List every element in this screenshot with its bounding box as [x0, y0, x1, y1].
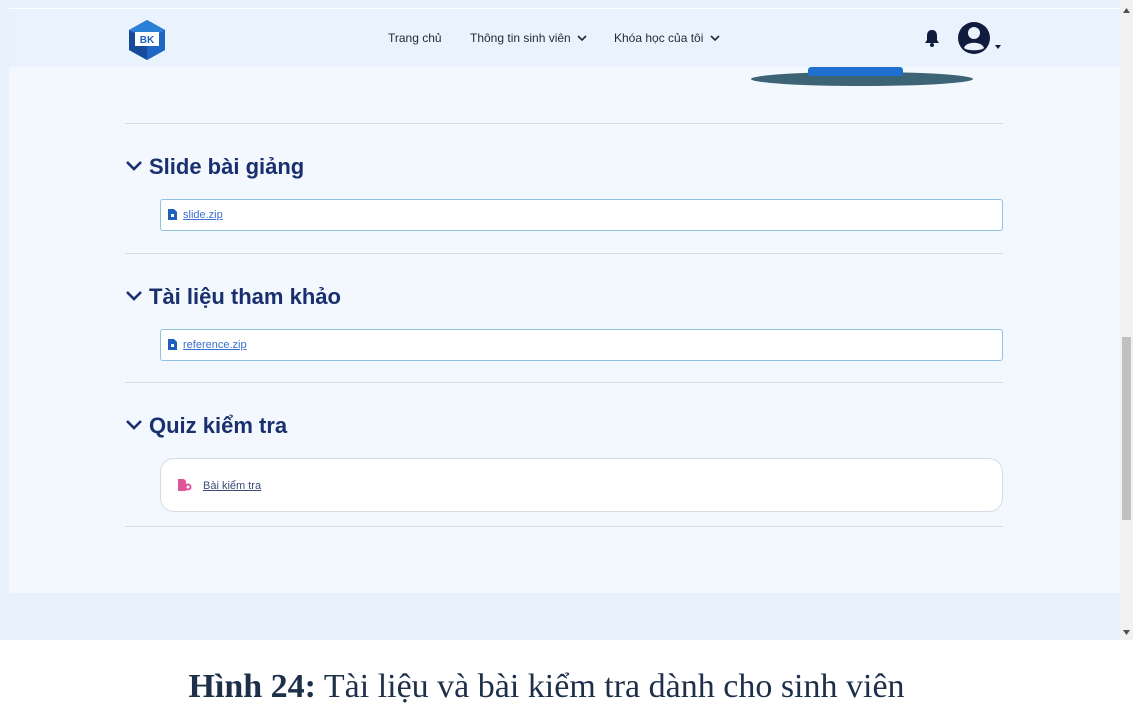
file-icon	[168, 339, 177, 350]
logo-text: BK	[140, 35, 155, 46]
course-content: Slide bài giảng slide.zip Tài liệu tham …	[9, 67, 1120, 593]
file-link-reference-zip[interactable]: reference.zip	[183, 339, 247, 351]
nav-thong-tin-sinh-vien[interactable]: Thông tin sinh viên	[470, 31, 587, 45]
chevron-down-icon	[577, 35, 587, 42]
nav-label: Thông tin sinh viên	[470, 31, 571, 45]
caption-label: Hình 24:	[188, 668, 316, 705]
nav-trang-chu[interactable]: Trang chủ	[388, 31, 442, 45]
scroll-up-arrow-icon[interactable]	[1123, 8, 1130, 13]
file-item: slide.zip	[160, 199, 1003, 231]
section-title: Slide bài giảng	[149, 154, 305, 179]
chevron-down-icon	[126, 291, 142, 301]
figure-caption: Hình 24: Tài liệu và bài kiểm tra dành c…	[0, 668, 1093, 706]
browser-viewport: BK Trang chủ Thông tin sinh viên Khóa họ…	[0, 0, 1133, 640]
section-title: Quiz kiểm tra	[149, 413, 288, 438]
quiz-icon	[178, 479, 192, 491]
bk-logo[interactable]: BK	[125, 18, 169, 62]
section-divider	[125, 382, 1003, 383]
file-icon	[168, 209, 177, 220]
section-divider	[125, 123, 1003, 124]
section-divider	[125, 526, 1003, 527]
section-divider	[125, 253, 1003, 254]
section-toggle-quiz-kiem-tra[interactable]: Quiz kiểm tra	[125, 413, 287, 439]
quiz-item: Bài kiểm tra	[160, 458, 1003, 512]
chevron-down-icon	[126, 420, 142, 430]
nav-khoa-hoc-cua-toi[interactable]: Khóa học của tôi	[614, 31, 720, 45]
decorative-illustration	[751, 67, 973, 86]
nav-label: Khóa học của tôi	[614, 31, 704, 45]
chevron-down-icon	[710, 35, 720, 42]
chevron-down-icon	[126, 161, 142, 171]
scrollbar-thumb[interactable]	[1122, 337, 1131, 520]
bell-icon[interactable]	[923, 28, 941, 48]
file-link-slide-zip[interactable]: slide.zip	[183, 209, 223, 221]
section-toggle-tai-lieu-tham-khao[interactable]: Tài liệu tham khảo	[125, 284, 341, 310]
file-item: reference.zip	[160, 329, 1003, 361]
page-footer	[9, 593, 1120, 640]
section-toggle-slide-bai-giang[interactable]: Slide bài giảng	[125, 154, 304, 180]
scroll-down-arrow-icon[interactable]	[1123, 630, 1130, 635]
vertical-scrollbar[interactable]	[1120, 0, 1133, 640]
section-title: Tài liệu tham khảo	[149, 284, 341, 309]
top-navbar: BK Trang chủ Thông tin sinh viên Khóa họ…	[9, 9, 1120, 67]
user-avatar-icon[interactable]	[957, 21, 1003, 55]
quiz-link-bai-kiem-tra[interactable]: Bài kiểm tra	[203, 480, 261, 492]
nav-label: Trang chủ	[388, 31, 442, 45]
caption-text: Tài liệu và bài kiểm tra dành cho sinh v…	[316, 668, 905, 705]
